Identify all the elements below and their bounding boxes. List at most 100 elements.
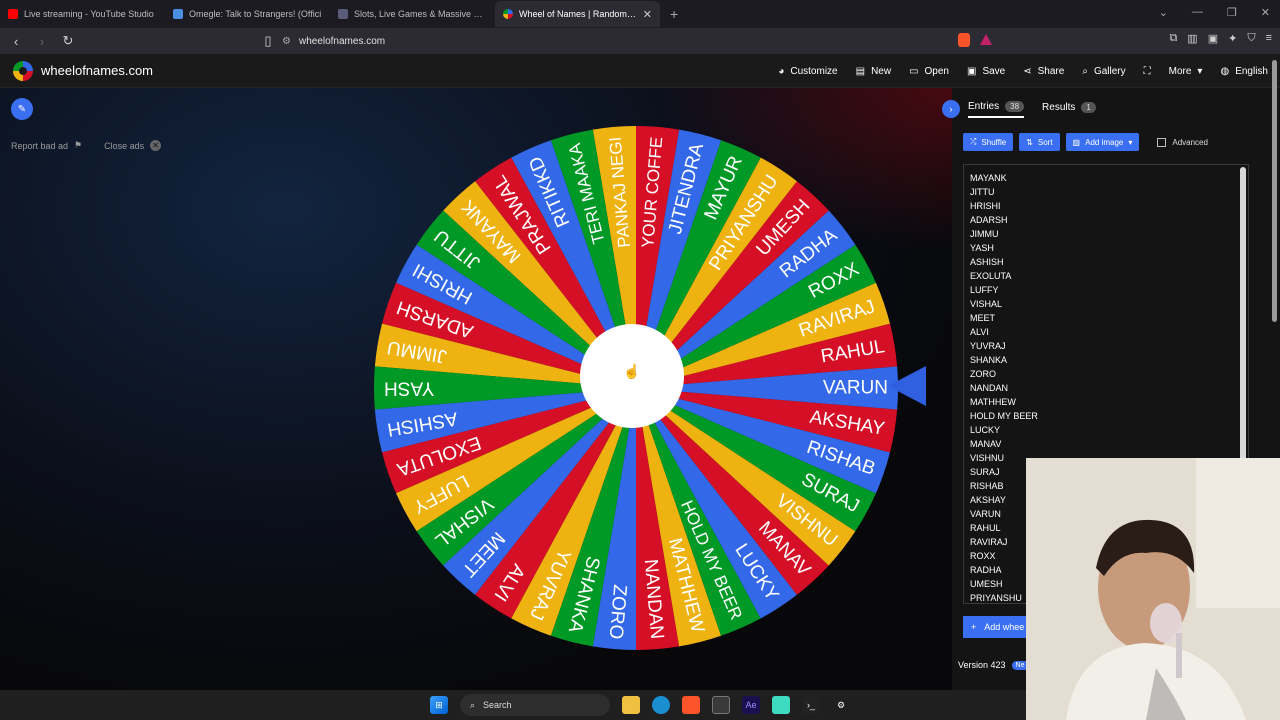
entry-row[interactable]: LUFFY xyxy=(970,283,1242,297)
entry-row[interactable]: ASHISH xyxy=(970,255,1242,269)
brave-browser-icon[interactable] xyxy=(682,696,700,714)
browser-tab-active[interactable]: Wheel of Names | Random nam ✕ xyxy=(495,1,660,27)
share-button[interactable]: ⋖ Share xyxy=(1023,66,1064,77)
entry-row[interactable]: ZORO xyxy=(970,367,1242,381)
entry-row[interactable]: HRISHI xyxy=(970,199,1242,213)
site-name[interactable]: wheelofnames.com xyxy=(41,63,153,78)
tab-entries[interactable]: Entries 38 xyxy=(968,100,1025,118)
open-button[interactable]: ▭ Open xyxy=(909,66,949,77)
bookmark-icon[interactable]: ▯ xyxy=(258,31,278,51)
tab-label: Entries xyxy=(968,100,1000,112)
browser-tab[interactable]: Live streaming - YouTube Studio xyxy=(0,3,165,25)
add-image-button[interactable]: ▨ Add image ▾ xyxy=(1065,133,1140,151)
entry-row[interactable]: ALVI xyxy=(970,325,1242,339)
chevron-down-icon[interactable]: ⌄ xyxy=(1159,6,1168,19)
wheel[interactable]: VARUN RAHUL RAVIRAJ ROXX RADHA UMESH PRIYANSHU… xyxy=(370,122,902,654)
browser-tab[interactable]: Omegle: Talk to Strangers! (Offici xyxy=(165,3,330,25)
fullscreen-icon: ⛶ xyxy=(1143,65,1151,77)
browser-tab-bar: Live streaming - YouTube Studio Omegle: … xyxy=(0,0,1280,28)
edit-pencil-icon[interactable]: ✎ xyxy=(11,98,33,120)
brave-rewards-icon[interactable] xyxy=(980,34,992,45)
terminal-icon[interactable]: ›_ xyxy=(802,696,820,714)
entry-row[interactable]: EXOLUTA xyxy=(970,269,1242,283)
close-icon: ✕ xyxy=(150,140,162,151)
wheel-logo-icon[interactable] xyxy=(13,60,33,81)
windows-start-icon[interactable]: ⊞ xyxy=(430,696,448,714)
settings-gear-icon[interactable]: ⚙ xyxy=(832,696,850,714)
entry-row[interactable]: LUCKY xyxy=(970,423,1242,437)
entry-row[interactable]: YASH xyxy=(970,241,1242,255)
file-explorer-icon[interactable] xyxy=(622,696,640,714)
save-button[interactable]: ▣ Save xyxy=(967,66,1005,77)
entry-row[interactable]: ADARSH xyxy=(970,213,1242,227)
site-info-icon[interactable]: ⚙ xyxy=(282,36,291,47)
menu-label: Save xyxy=(982,65,1006,77)
page-scrollbar[interactable] xyxy=(1272,60,1277,322)
entry-row[interactable]: HOLD MY BEER xyxy=(970,409,1242,423)
more-button[interactable]: More ▾ xyxy=(1169,66,1203,77)
edge-icon[interactable] xyxy=(652,696,670,714)
results-count-badge: 1 xyxy=(1081,101,1096,113)
wallet-icon[interactable]: ▣ xyxy=(1208,32,1218,45)
sidebar-icon[interactable]: ▥ xyxy=(1187,32,1197,45)
back-icon[interactable]: ‹ xyxy=(6,31,26,51)
image-icon: ▨ xyxy=(1072,137,1081,147)
entry-row[interactable]: MAYANK xyxy=(970,171,1242,185)
entry-row[interactable]: MANAV xyxy=(970,437,1242,451)
minimize-icon[interactable]: — xyxy=(1192,6,1203,19)
vpn-icon[interactable]: ⛉ xyxy=(1247,32,1255,45)
chevron-down-icon: ▾ xyxy=(1197,65,1203,77)
entry-row[interactable]: JITTU xyxy=(970,185,1242,199)
extensions-icon[interactable]: ⧉ xyxy=(1169,32,1177,45)
after-effects-icon[interactable]: Ae xyxy=(742,696,760,714)
customize-button[interactable]: ◕ Customize xyxy=(778,66,837,77)
shuffle-button[interactable]: ⤮ Shuffle xyxy=(963,133,1014,151)
entry-row[interactable]: JIMMU xyxy=(970,227,1242,241)
collapse-panel-icon[interactable]: › xyxy=(942,100,960,118)
tab-title: Omegle: Talk to Strangers! (Offici xyxy=(189,9,322,19)
gallery-button[interactable]: ⌕ Gallery xyxy=(1082,66,1125,77)
wheel-pointer xyxy=(888,366,926,406)
close-ads-label: Close ads xyxy=(104,140,145,151)
window-controls: ⌄ — ❐ ✕ xyxy=(1159,6,1270,19)
taskbar-search[interactable]: ⌕ Search xyxy=(460,694,610,716)
language-button[interactable]: ◍ English xyxy=(1220,66,1268,77)
reload-icon[interactable]: ↻ xyxy=(58,31,78,51)
brave-shields-icon[interactable] xyxy=(958,33,970,47)
tab-results[interactable]: Results 1 xyxy=(1042,101,1096,117)
browser-nav-bar: ‹ › ↻ ▯ ⚙ wheelofnames.com ⧉ ▥ ▣ ✦ ⛉ ≡ xyxy=(0,28,1280,54)
address-bar[interactable]: ⚙ wheelofnames.com xyxy=(282,31,942,51)
search-icon: ⌕ xyxy=(470,699,476,710)
new-button[interactable]: ▤ New xyxy=(856,66,891,77)
entry-row[interactable]: MATHHEW xyxy=(970,395,1242,409)
store-icon[interactable] xyxy=(712,696,730,714)
report-bad-ad-link[interactable]: Report bad ad ⚑ xyxy=(11,140,82,151)
entry-row[interactable]: YUVRAJ xyxy=(970,339,1242,353)
new-tab-button[interactable]: + xyxy=(670,6,678,22)
leo-ai-icon[interactable]: ✦ xyxy=(1228,32,1237,45)
menu-icon[interactable]: ≡ xyxy=(1266,32,1272,45)
wheel-svg[interactable]: VARUNRAHULRAVIRAJROXXRADHAUMESHPRIYANSHU… xyxy=(370,122,902,654)
close-tab-icon[interactable]: ✕ xyxy=(643,8,652,21)
panel-tabs: › Entries 38 Results 1 xyxy=(942,100,1096,118)
version-label: Version 423 xyxy=(958,660,1006,670)
search-label: Search xyxy=(483,700,512,710)
sort-button[interactable]: ⇅ Sort xyxy=(1019,133,1060,151)
close-ads-link[interactable]: Close ads ✕ xyxy=(104,140,162,151)
checkbox-box[interactable] xyxy=(1157,137,1167,147)
maximize-icon[interactable]: ❐ xyxy=(1227,6,1237,19)
close-window-icon[interactable]: ✕ xyxy=(1261,6,1270,19)
menu-label: New xyxy=(871,65,892,77)
browser-tab[interactable]: Slots, Live Games & Massive Jackpot xyxy=(330,3,495,25)
menu-label: Customize xyxy=(790,65,838,77)
entries-scrollbar[interactable] xyxy=(1240,167,1246,463)
entry-row[interactable]: VISHAL xyxy=(970,297,1242,311)
entry-row[interactable]: MEET xyxy=(970,311,1242,325)
obs-icon[interactable] xyxy=(772,696,790,714)
tab-title: Slots, Live Games & Massive Jackpot xyxy=(354,9,487,19)
fullscreen-button[interactable]: ⛶ xyxy=(1144,66,1151,77)
forward-icon[interactable]: › xyxy=(32,31,52,51)
entry-row[interactable]: NANDAN xyxy=(970,381,1242,395)
advanced-checkbox[interactable]: Advanced xyxy=(1157,133,1208,151)
entry-row[interactable]: SHANKA xyxy=(970,353,1242,367)
